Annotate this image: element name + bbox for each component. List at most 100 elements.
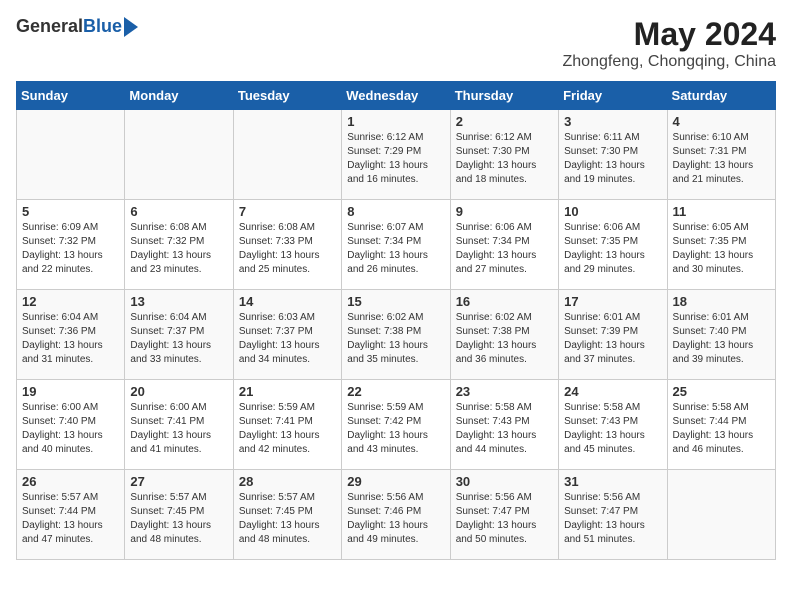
day-number: 4 bbox=[673, 114, 770, 129]
day-number: 18 bbox=[673, 294, 770, 309]
day-header-tuesday: Tuesday bbox=[233, 82, 341, 110]
day-info: Sunrise: 6:00 AMSunset: 7:40 PMDaylight:… bbox=[22, 401, 119, 457]
logo: General Blue bbox=[16, 16, 138, 37]
day-number: 25 bbox=[673, 384, 770, 399]
calendar-cell: 11Sunrise: 6:05 AMSunset: 7:35 PMDayligh… bbox=[667, 200, 775, 290]
day-info: Sunrise: 6:01 AMSunset: 7:39 PMDaylight:… bbox=[564, 311, 661, 367]
day-info: Sunrise: 6:06 AMSunset: 7:35 PMDaylight:… bbox=[564, 221, 661, 277]
calendar-week-row: 12 Sunrise: 6:04 AMSunset: 7:36 PMDayligh… bbox=[17, 290, 776, 380]
day-number: 23 bbox=[456, 384, 553, 399]
day-number: 12 bbox=[22, 294, 119, 309]
calendar-cell: 1 Sunrise: 6:12 AMSunset: 7:29 PMDaylight… bbox=[342, 110, 450, 200]
day-header-saturday: Saturday bbox=[667, 82, 775, 110]
day-header-thursday: Thursday bbox=[450, 82, 558, 110]
calendar-cell: 24 Sunrise: 5:58 AMSunset: 7:43 PMDayligh… bbox=[559, 380, 667, 470]
day-number: 1 bbox=[347, 114, 444, 129]
calendar-cell bbox=[667, 470, 775, 560]
day-info: Sunrise: 5:56 AMSunset: 7:47 PMDaylight:… bbox=[456, 491, 553, 547]
calendar-cell: 7Sunrise: 6:08 AMSunset: 7:33 PMDaylight… bbox=[233, 200, 341, 290]
day-info: Sunrise: 6:05 AMSunset: 7:35 PMDaylight:… bbox=[673, 221, 770, 277]
day-number: 3 bbox=[564, 114, 661, 129]
day-info: Sunrise: 5:56 AMSunset: 7:46 PMDaylight:… bbox=[347, 491, 444, 547]
day-number: 20 bbox=[130, 384, 227, 399]
day-number: 13 bbox=[130, 294, 227, 309]
calendar-cell: 21Sunrise: 5:59 AMSunset: 7:41 PMDayligh… bbox=[233, 380, 341, 470]
day-header-monday: Monday bbox=[125, 82, 233, 110]
calendar-cell: 8 Sunrise: 6:07 AMSunset: 7:34 PMDaylight… bbox=[342, 200, 450, 290]
calendar-cell: 10 Sunrise: 6:06 AMSunset: 7:35 PMDayligh… bbox=[559, 200, 667, 290]
calendar-cell: 9 Sunrise: 6:06 AMSunset: 7:34 PMDaylight… bbox=[450, 200, 558, 290]
day-number: 26 bbox=[22, 474, 119, 489]
day-number: 15 bbox=[347, 294, 444, 309]
calendar-cell: 30 Sunrise: 5:56 AMSunset: 7:47 PMDayligh… bbox=[450, 470, 558, 560]
calendar-cell: 5 Sunrise: 6:09 AMSunset: 7:32 PMDaylight… bbox=[17, 200, 125, 290]
day-info: Sunrise: 5:58 AMSunset: 7:43 PMDaylight:… bbox=[456, 401, 553, 457]
calendar-cell: 29 Sunrise: 5:56 AMSunset: 7:46 PMDayligh… bbox=[342, 470, 450, 560]
logo-blue-text: Blue bbox=[83, 16, 122, 37]
calendar-cell: 12 Sunrise: 6:04 AMSunset: 7:36 PMDayligh… bbox=[17, 290, 125, 380]
day-number: 24 bbox=[564, 384, 661, 399]
calendar-cell: 31Sunrise: 5:56 AMSunset: 7:47 PMDayligh… bbox=[559, 470, 667, 560]
day-header-wednesday: Wednesday bbox=[342, 82, 450, 110]
calendar-cell: 23 Sunrise: 5:58 AMSunset: 7:43 PMDayligh… bbox=[450, 380, 558, 470]
day-number: 10 bbox=[564, 204, 661, 219]
day-number: 8 bbox=[347, 204, 444, 219]
day-info: Sunrise: 6:04 AMSunset: 7:37 PMDaylight:… bbox=[130, 311, 227, 367]
logo-general-text: General bbox=[16, 16, 83, 37]
calendar-cell: 26 Sunrise: 5:57 AMSunset: 7:44 PMDayligh… bbox=[17, 470, 125, 560]
day-number: 5 bbox=[22, 204, 119, 219]
calendar-cell bbox=[125, 110, 233, 200]
calendar-cell: 25 Sunrise: 5:58 AMSunset: 7:44 PMDayligh… bbox=[667, 380, 775, 470]
calendar-cell: 19 Sunrise: 6:00 AMSunset: 7:40 PMDayligh… bbox=[17, 380, 125, 470]
day-number: 22 bbox=[347, 384, 444, 399]
calendar-week-row: 1 Sunrise: 6:12 AMSunset: 7:29 PMDaylight… bbox=[17, 110, 776, 200]
day-number: 28 bbox=[239, 474, 336, 489]
day-number: 19 bbox=[22, 384, 119, 399]
day-info: Sunrise: 6:03 AMSunset: 7:37 PMDaylight:… bbox=[239, 311, 336, 367]
day-info: Sunrise: 5:58 AMSunset: 7:43 PMDaylight:… bbox=[564, 401, 661, 457]
day-info: Sunrise: 6:07 AMSunset: 7:34 PMDaylight:… bbox=[347, 221, 444, 277]
day-info: Sunrise: 6:12 AMSunset: 7:30 PMDaylight:… bbox=[456, 131, 553, 187]
day-info: Sunrise: 5:59 AMSunset: 7:42 PMDaylight:… bbox=[347, 401, 444, 457]
day-info: Sunrise: 5:59 AMSunset: 7:41 PMDaylight:… bbox=[239, 401, 336, 457]
day-info: Sunrise: 5:57 AMSunset: 7:44 PMDaylight:… bbox=[22, 491, 119, 547]
day-info: Sunrise: 5:57 AMSunset: 7:45 PMDaylight:… bbox=[239, 491, 336, 547]
day-info: Sunrise: 6:04 AMSunset: 7:36 PMDaylight:… bbox=[22, 311, 119, 367]
title-block: May 2024 Zhongfeng, Chongqing, China bbox=[563, 16, 777, 71]
day-number: 29 bbox=[347, 474, 444, 489]
day-info: Sunrise: 6:02 AMSunset: 7:38 PMDaylight:… bbox=[347, 311, 444, 367]
day-header-friday: Friday bbox=[559, 82, 667, 110]
day-number: 30 bbox=[456, 474, 553, 489]
calendar-week-row: 26 Sunrise: 5:57 AMSunset: 7:44 PMDayligh… bbox=[17, 470, 776, 560]
day-info: Sunrise: 6:02 AMSunset: 7:38 PMDaylight:… bbox=[456, 311, 553, 367]
calendar-cell: 6Sunrise: 6:08 AMSunset: 7:32 PMDaylight… bbox=[125, 200, 233, 290]
day-info: Sunrise: 6:11 AMSunset: 7:30 PMDaylight:… bbox=[564, 131, 661, 187]
calendar-cell: 14 Sunrise: 6:03 AMSunset: 7:37 PMDayligh… bbox=[233, 290, 341, 380]
calendar-cell: 4 Sunrise: 6:10 AMSunset: 7:31 PMDaylight… bbox=[667, 110, 775, 200]
page-header: General Blue May 2024 Zhongfeng, Chongqi… bbox=[16, 16, 776, 71]
day-info: Sunrise: 5:57 AMSunset: 7:45 PMDaylight:… bbox=[130, 491, 227, 547]
calendar-cell: 27Sunrise: 5:57 AMSunset: 7:45 PMDayligh… bbox=[125, 470, 233, 560]
day-number: 14 bbox=[239, 294, 336, 309]
day-info: Sunrise: 5:56 AMSunset: 7:47 PMDaylight:… bbox=[564, 491, 661, 547]
calendar-cell: 28 Sunrise: 5:57 AMSunset: 7:45 PMDayligh… bbox=[233, 470, 341, 560]
calendar-cell: 2Sunrise: 6:12 AMSunset: 7:30 PMDaylight… bbox=[450, 110, 558, 200]
day-number: 17 bbox=[564, 294, 661, 309]
day-number: 9 bbox=[456, 204, 553, 219]
calendar-cell: 16Sunrise: 6:02 AMSunset: 7:38 PMDayligh… bbox=[450, 290, 558, 380]
calendar-cell: 22 Sunrise: 5:59 AMSunset: 7:42 PMDayligh… bbox=[342, 380, 450, 470]
day-header-sunday: Sunday bbox=[17, 82, 125, 110]
calendar-cell bbox=[17, 110, 125, 200]
day-info: Sunrise: 6:09 AMSunset: 7:32 PMDaylight:… bbox=[22, 221, 119, 277]
calendar-cell bbox=[233, 110, 341, 200]
day-info: Sunrise: 6:06 AMSunset: 7:34 PMDaylight:… bbox=[456, 221, 553, 277]
calendar-week-row: 19 Sunrise: 6:00 AMSunset: 7:40 PMDayligh… bbox=[17, 380, 776, 470]
logo-arrow-icon bbox=[124, 17, 138, 37]
day-info: Sunrise: 6:12 AMSunset: 7:29 PMDaylight:… bbox=[347, 131, 444, 187]
location-title: Zhongfeng, Chongqing, China bbox=[563, 53, 777, 71]
day-info: Sunrise: 6:08 AMSunset: 7:33 PMDaylight:… bbox=[239, 221, 336, 277]
calendar-cell: 15 Sunrise: 6:02 AMSunset: 7:38 PMDayligh… bbox=[342, 290, 450, 380]
day-info: Sunrise: 6:10 AMSunset: 7:31 PMDaylight:… bbox=[673, 131, 770, 187]
month-title: May 2024 bbox=[563, 16, 777, 53]
day-info: Sunrise: 5:58 AMSunset: 7:44 PMDaylight:… bbox=[673, 401, 770, 457]
